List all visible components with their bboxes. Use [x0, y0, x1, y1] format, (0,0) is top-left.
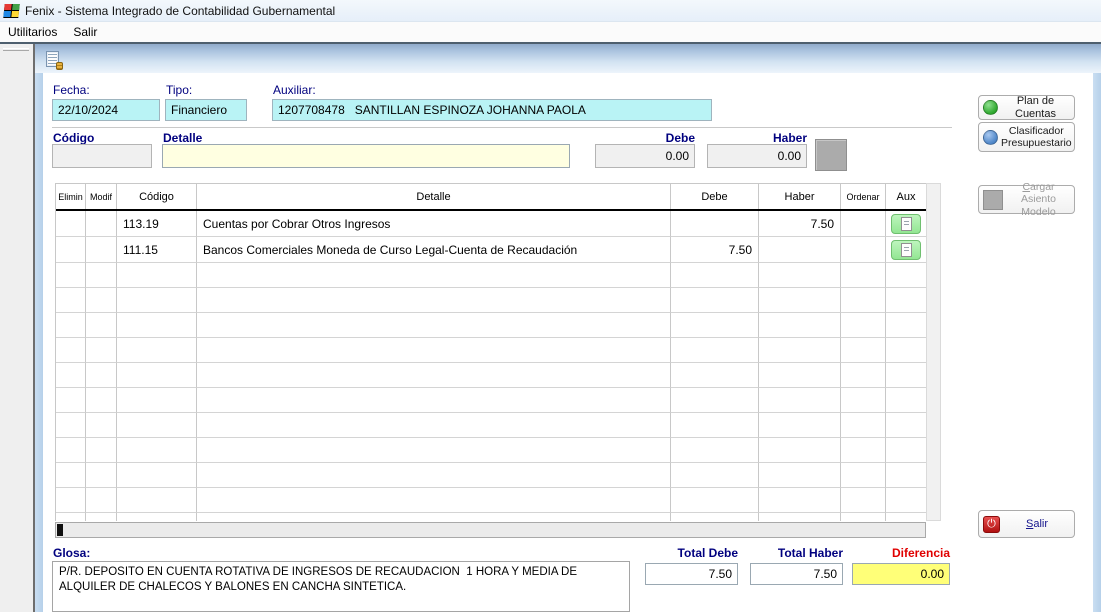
- form-separator: [52, 127, 952, 129]
- cargar-asiento-modelo-button: Cargar Asiento Modelo: [978, 185, 1075, 214]
- glosa-label: Glosa:: [53, 546, 90, 560]
- cell-codigo: 113.19: [117, 211, 197, 237]
- table-vertical-scrollbar[interactable]: [926, 183, 941, 521]
- aux-detail-button[interactable]: [891, 214, 921, 234]
- haber-label: Haber: [707, 131, 807, 145]
- detalle-input[interactable]: [162, 144, 570, 168]
- entry-action-button[interactable]: [815, 139, 847, 171]
- table-row-empty: [56, 438, 926, 463]
- table-row[interactable]: 111.15 Bancos Comerciales Moneda de Curs…: [56, 237, 926, 263]
- toolbar: [35, 44, 1101, 73]
- table-row-empty: [56, 363, 926, 388]
- menu-salir[interactable]: Salir: [65, 23, 105, 41]
- cell-debe: 7.50: [671, 237, 759, 263]
- scrollbar-thumb[interactable]: [57, 524, 63, 536]
- power-icon: ⏻: [983, 516, 1000, 533]
- fecha-label: Fecha:: [53, 83, 90, 97]
- header-aux[interactable]: Aux: [886, 184, 926, 209]
- header-detalle[interactable]: Detalle: [197, 184, 671, 209]
- frame-edge-left: [35, 73, 43, 612]
- table-row-empty: [56, 488, 926, 513]
- salir-button[interactable]: ⏻ Salir: [978, 510, 1075, 538]
- aux-detail-button[interactable]: [891, 240, 921, 260]
- scrollbar-corner: [926, 522, 941, 538]
- header-modif[interactable]: Modif: [86, 184, 117, 209]
- entries-table: Elimin Modif Código Detalle Debe Haber O…: [55, 183, 926, 521]
- total-debe-value: [645, 563, 738, 585]
- green-sphere-icon: [983, 100, 998, 115]
- debe-input: [595, 144, 695, 168]
- cell-haber: [759, 237, 841, 263]
- document-icon: [901, 217, 912, 231]
- glosa-textarea[interactable]: P/R. DEPOSITO EN CUENTA ROTATIVA DE INGR…: [52, 561, 630, 612]
- clasificador-presupuestario-button[interactable]: Clasificador Presupuestario: [978, 122, 1075, 152]
- table-row[interactable]: 113.19 Cuentas por Cobrar Otros Ingresos…: [56, 211, 926, 237]
- title-bar: Fenix - Sistema Integrado de Contabilida…: [0, 0, 1101, 22]
- app-icon: [3, 4, 19, 18]
- frame-edge-right: [1093, 73, 1101, 612]
- table-header-row: Elimin Modif Código Detalle Debe Haber O…: [56, 184, 926, 211]
- document-icon: [901, 243, 912, 257]
- cell-haber: 7.50: [759, 211, 841, 237]
- left-dock-strip: [0, 44, 33, 612]
- dock-gripper[interactable]: [3, 48, 29, 51]
- table-row-empty: [56, 288, 926, 313]
- table-row-empty: [56, 338, 926, 363]
- codigo-label: Código: [53, 131, 94, 145]
- tipo-input[interactable]: [165, 99, 247, 121]
- haber-input: [707, 144, 807, 168]
- total-debe-label: Total Debe: [645, 546, 738, 560]
- codigo-input: [52, 144, 152, 168]
- table-row-empty: [56, 263, 926, 288]
- gray-square-icon: [983, 190, 1003, 210]
- cell-debe: [671, 211, 759, 237]
- cell-codigo: 111.15: [117, 237, 197, 263]
- table-row-empty: [56, 413, 926, 438]
- diferencia-value: [852, 563, 950, 585]
- menu-bar: Utilitarios Salir: [0, 22, 1101, 42]
- table-row-empty: [56, 513, 926, 521]
- cell-detalle: Bancos Comerciales Moneda de Curso Legal…: [197, 237, 671, 263]
- auxiliar-label: Auxiliar:: [273, 83, 316, 97]
- plan-de-cuentas-button[interactable]: Plan de Cuentas: [978, 95, 1075, 120]
- cell-detalle: Cuentas por Cobrar Otros Ingresos: [197, 211, 671, 237]
- detalle-label: Detalle: [163, 131, 202, 145]
- total-haber-label: Total Haber: [750, 546, 843, 560]
- diferencia-label: Diferencia: [852, 546, 950, 560]
- new-entry-document-icon[interactable]: [45, 51, 63, 69]
- tipo-label: Tipo:: [166, 83, 192, 97]
- menu-utilitarios[interactable]: Utilitarios: [0, 23, 65, 41]
- table-row-empty: [56, 313, 926, 338]
- total-haber-value: [750, 563, 843, 585]
- header-debe[interactable]: Debe: [671, 184, 759, 209]
- window-title: Fenix - Sistema Integrado de Contabilida…: [25, 4, 335, 18]
- table-row-empty: [56, 388, 926, 413]
- table-empty-rows: [56, 263, 926, 521]
- table-horizontal-scrollbar[interactable]: [55, 522, 926, 538]
- debe-label: Debe: [595, 131, 695, 145]
- header-haber[interactable]: Haber: [759, 184, 841, 209]
- auxiliar-input[interactable]: [272, 99, 712, 121]
- fecha-input[interactable]: [52, 99, 160, 121]
- header-codigo[interactable]: Código: [117, 184, 197, 209]
- table-row-empty: [56, 463, 926, 488]
- header-elimin[interactable]: Elimin: [56, 184, 86, 209]
- header-ordenar[interactable]: Ordenar: [841, 184, 886, 209]
- blue-sphere-icon: [983, 130, 998, 145]
